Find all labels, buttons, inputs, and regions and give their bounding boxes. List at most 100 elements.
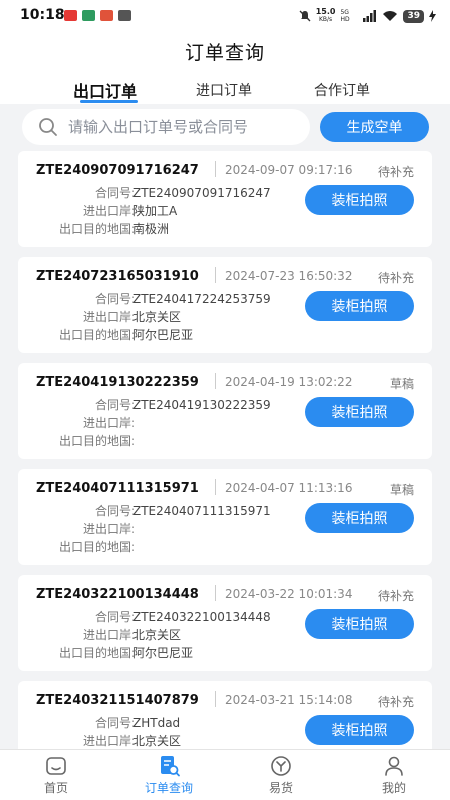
- port-label: 进出口岸:: [82, 416, 135, 430]
- mute-icon: [299, 10, 311, 22]
- nav-barter[interactable]: 易货: [225, 750, 337, 800]
- destination-value: 阿尔巴尼亚: [133, 646, 194, 660]
- port-label: 进出口岸:: [82, 310, 135, 324]
- divider: [215, 479, 216, 495]
- order-id: ZTE240322100134448: [36, 587, 199, 602]
- port-label: 进出口岸:: [82, 628, 135, 642]
- container-photo-button[interactable]: 装柜拍照: [305, 397, 414, 427]
- nav-order-search[interactable]: 订单查询: [113, 750, 225, 800]
- signal-type: 5G HD: [340, 9, 350, 23]
- order-time: 2024-07-23 16:50:32: [225, 269, 353, 283]
- contract-label: 合同号:: [94, 504, 135, 518]
- contract-label: 合同号:: [94, 186, 135, 200]
- order-status: 待补充: [377, 271, 414, 285]
- container-photo-button[interactable]: 装柜拍照: [305, 291, 414, 321]
- status-indicators: 15.0 KB/s 5G HD 39: [299, 8, 436, 24]
- port-value: 北京关区: [133, 734, 182, 748]
- port-label: 进出口岸:: [82, 522, 135, 536]
- order-search-icon: [161, 756, 180, 777]
- container-photo-button[interactable]: 装柜拍照: [305, 503, 414, 533]
- divider: [215, 691, 216, 707]
- port-label: 进出口岸:: [82, 204, 135, 218]
- status-time: 10:18: [20, 7, 65, 23]
- nav-barter-label: 易货: [268, 781, 293, 795]
- battery-level: 39: [403, 9, 424, 23]
- active-tab-indicator: [80, 100, 138, 103]
- tab-cooperation-orders[interactable]: 合作订单: [314, 80, 370, 100]
- order-card[interactable]: ZTE240321151407879 2024-03-21 15:14:08 待…: [18, 681, 432, 749]
- contract-value: ZTE240907091716247: [133, 186, 271, 200]
- order-id: ZTE240907091716247: [36, 163, 199, 178]
- destination-value: 南极洲: [133, 222, 170, 236]
- nav-home[interactable]: 首页: [0, 750, 112, 800]
- order-card[interactable]: ZTE240907091716247 2024-09-07 09:17:16 待…: [18, 151, 432, 247]
- contract-value: ZTE240417224253759: [133, 292, 271, 306]
- contract-label: 合同号:: [94, 716, 135, 730]
- order-time: 2024-03-21 15:14:08: [225, 693, 353, 707]
- search-box[interactable]: [22, 109, 310, 145]
- order-time: 2024-04-07 11:13:16: [225, 481, 353, 495]
- port-label: 进出口岸:: [82, 734, 135, 748]
- order-tabs: 出口订单 进口订单 合作订单: [0, 78, 450, 104]
- port-value: 北京关区: [133, 628, 182, 642]
- order-card[interactable]: ZTE240723165031910 2024-07-23 16:50:32 待…: [18, 257, 432, 353]
- net-speed-unit: KB/s: [318, 16, 333, 23]
- port-value: 陕加工A: [133, 204, 178, 218]
- barter-icon: [271, 756, 291, 776]
- container-photo-button[interactable]: 装柜拍照: [305, 715, 414, 745]
- divider: [215, 267, 216, 283]
- contract-value: ZTE240407111315971: [133, 504, 271, 518]
- contract-label: 合同号:: [94, 292, 135, 306]
- notification-icons: [64, 10, 131, 21]
- order-id: ZTE240723165031910: [36, 269, 199, 284]
- container-photo-button[interactable]: 装柜拍照: [305, 609, 414, 639]
- order-time: 2024-09-07 09:17:16: [225, 163, 353, 177]
- divider: [215, 373, 216, 389]
- order-time: 2024-03-22 10:01:34: [225, 587, 353, 601]
- port-value: 北京关区: [133, 310, 182, 324]
- contract-value: ZHTdad: [133, 716, 181, 730]
- destination-label: 出口目的地国:: [58, 328, 135, 342]
- order-id: ZTE240407111315971: [36, 481, 199, 496]
- contract-label: 合同号:: [94, 398, 135, 412]
- tab-import-orders[interactable]: 进口订单: [196, 80, 252, 100]
- tab-export-orders[interactable]: 出口订单: [73, 78, 137, 102]
- create-empty-order-button[interactable]: 生成空单: [320, 112, 429, 142]
- container-photo-button[interactable]: 装柜拍照: [305, 185, 414, 215]
- order-id: ZTE240321151407879: [36, 693, 199, 708]
- search-row: 生成空单: [0, 108, 450, 148]
- nav-profile-label: 我的: [381, 781, 406, 795]
- notification-app-icon: [64, 10, 77, 21]
- nav-home-label: 首页: [43, 781, 68, 795]
- search-input[interactable]: [68, 118, 298, 136]
- charging-icon: [429, 10, 436, 22]
- order-card[interactable]: ZTE240419130222359 2024-04-19 13:02:22 草…: [18, 363, 432, 459]
- order-card[interactable]: ZTE240322100134448 2024-03-22 10:01:34 待…: [18, 575, 432, 671]
- order-list: ZTE240907091716247 2024-09-07 09:17:16 待…: [0, 151, 450, 749]
- signal-icon: [363, 10, 377, 22]
- contract-value: ZTE240419130222359: [133, 398, 271, 412]
- destination-label: 出口目的地国:: [58, 434, 135, 448]
- status-bar: 10:18 15.0 KB/s 5G HD 39: [0, 0, 450, 32]
- order-id: ZTE240419130222359: [36, 375, 199, 390]
- home-icon: [46, 757, 66, 775]
- destination-label: 出口目的地国:: [58, 222, 135, 236]
- destination-value: 阿尔巴尼亚: [133, 328, 194, 342]
- net-speed: 15.0: [315, 7, 336, 16]
- notification-app-icon: [100, 10, 113, 21]
- nav-order-search-label: 订单查询: [144, 781, 193, 795]
- contract-label: 合同号:: [94, 610, 135, 624]
- order-status: 草稿: [389, 483, 414, 497]
- profile-icon: [385, 756, 403, 776]
- notification-app-icon: [82, 10, 95, 21]
- order-time: 2024-04-19 13:02:22: [225, 375, 353, 389]
- destination-label: 出口目的地国:: [58, 540, 135, 554]
- divider: [215, 161, 216, 177]
- order-status: 待补充: [377, 695, 414, 709]
- bottom-nav: 首页 订单查询 易货 我的: [0, 749, 450, 800]
- order-status: 待补充: [377, 165, 414, 179]
- destination-label: 出口目的地国:: [58, 646, 135, 660]
- nav-profile[interactable]: 我的: [338, 750, 450, 800]
- order-card[interactable]: ZTE240407111315971 2024-04-07 11:13:16 草…: [18, 469, 432, 565]
- mail-icon: [118, 10, 131, 21]
